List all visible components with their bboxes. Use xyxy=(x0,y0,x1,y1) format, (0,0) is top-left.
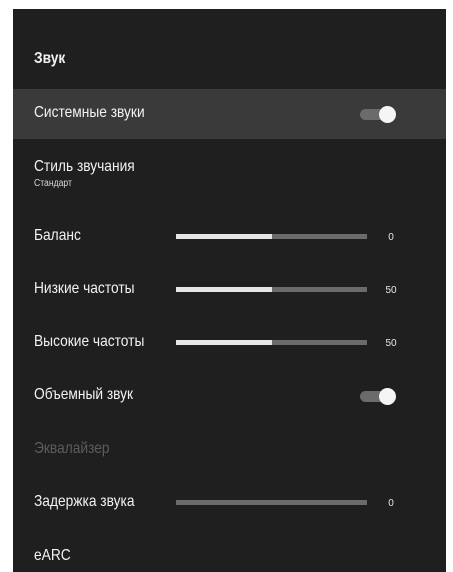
panel-title: Звук xyxy=(34,50,66,67)
toggle-thumb xyxy=(379,388,396,405)
menu-item-surround[interactable]: Объемный звук xyxy=(13,371,446,421)
menu-item-audio-delay[interactable]: Задержка звука 0 xyxy=(13,478,446,528)
bass-value: 50 xyxy=(385,285,397,296)
sound-settings-panel: Звук Системные звуки Стиль звучания Стан… xyxy=(13,9,446,572)
balance-value: 0 xyxy=(388,232,394,243)
balance-label: Баланс xyxy=(34,227,81,244)
menu-item-sound-style[interactable]: Стиль звучания Стандарт xyxy=(13,149,446,204)
menu-item-equalizer: Эквалайзер xyxy=(13,425,446,475)
surround-toggle[interactable] xyxy=(360,388,396,405)
menu-item-bass[interactable]: Низкие частоты 50 xyxy=(13,265,446,315)
balance-slider[interactable] xyxy=(176,234,367,239)
audio-delay-slider[interactable] xyxy=(176,500,367,505)
treble-slider-fill xyxy=(176,340,272,345)
surround-label: Объемный звук xyxy=(34,386,134,403)
audio-delay-label: Задержка звука xyxy=(34,493,135,510)
treble-slider[interactable] xyxy=(176,340,367,345)
treble-value: 50 xyxy=(385,338,397,349)
treble-label: Высокие частоты xyxy=(34,333,145,350)
bass-label: Низкие частоты xyxy=(34,280,135,297)
toggle-thumb xyxy=(379,106,396,123)
sound-style-label: Стиль звучания xyxy=(34,158,135,175)
balance-slider-fill xyxy=(176,234,272,239)
bass-slider[interactable] xyxy=(176,287,367,292)
system-sounds-label: Системные звуки xyxy=(34,104,145,121)
menu-item-treble[interactable]: Высокие частоты 50 xyxy=(13,318,446,368)
menu-item-system-sounds[interactable]: Системные звуки xyxy=(13,89,446,139)
equalizer-label: Эквалайзер xyxy=(34,440,110,457)
audio-delay-value: 0 xyxy=(388,498,394,509)
system-sounds-toggle[interactable] xyxy=(360,106,396,123)
earc-label: eARC xyxy=(34,547,71,564)
bass-slider-fill xyxy=(176,287,272,292)
menu-item-balance[interactable]: Баланс 0 xyxy=(13,212,446,262)
menu-item-earc[interactable]: eARC xyxy=(13,532,446,572)
sound-style-value: Стандарт xyxy=(34,178,72,189)
